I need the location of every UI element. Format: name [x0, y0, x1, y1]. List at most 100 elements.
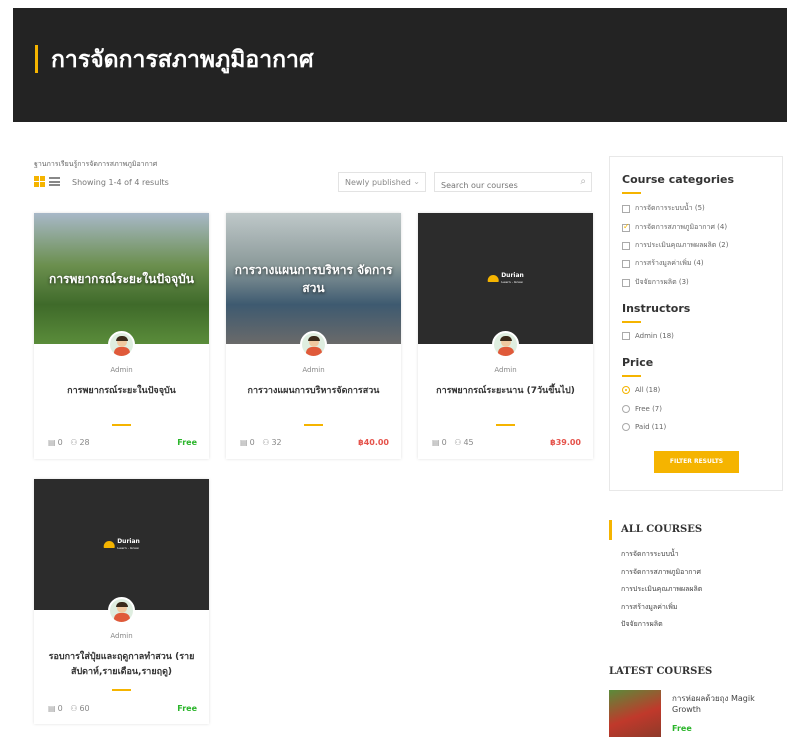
- category-option[interactable]: การประเมินคุณภาพผลผลิต (2): [622, 240, 729, 251]
- instructors-heading: Instructors: [622, 302, 691, 315]
- title-underline: [304, 424, 323, 426]
- course-meta: ▤ 0 ⚇ 28: [48, 438, 90, 447]
- course-filter-panel: Course categories การจัดการระบบน้ำ (5) ก…: [609, 156, 783, 491]
- course-price: Free: [177, 438, 197, 447]
- latest-course-thumbnail[interactable]: [609, 690, 661, 737]
- category-link[interactable]: การประเมินคุณภาพผลผลิต: [621, 584, 702, 595]
- students-icon: ⚇: [70, 704, 78, 713]
- students-icon: ⚇: [70, 438, 78, 447]
- student-count: 32: [271, 438, 282, 447]
- lesson-icon: ▤: [240, 438, 248, 447]
- category-option[interactable]: การจัดการระบบน้ำ (5): [622, 203, 705, 214]
- category-option[interactable]: การจัดการสภาพภูมิอากาศ (4): [622, 222, 727, 233]
- durian-logo-icon: [103, 541, 115, 548]
- avatar: [108, 331, 135, 358]
- results-count: Showing 1-4 of 4 results: [72, 178, 169, 187]
- view-toggle: [34, 176, 60, 187]
- course-card[interactable]: การพยากรณ์ระยะในปัจจุบัน Admin การพยากรณ…: [34, 213, 209, 459]
- category-link[interactable]: การจัดการระบบน้ำ: [621, 549, 679, 560]
- category-option[interactable]: การสร้างมูลค่าเพิ่ม (4): [622, 258, 704, 269]
- all-courses-heading: ALL COURSES: [621, 524, 703, 535]
- course-card[interactable]: Durian Learn · Grow Admin รอบการใส่ปุ๋ยแล…: [34, 479, 209, 724]
- avatar: [492, 331, 519, 358]
- course-thumbnail[interactable]: Durian Learn · Grow: [34, 479, 209, 610]
- search-icon[interactable]: ⌕: [580, 176, 586, 187]
- thumbnail-caption: การวางแผนการบริหาร จัดการสวน: [234, 262, 393, 295]
- course-card[interactable]: Durian Learn · Grow Admin การพยากรณ์ระยะน…: [418, 213, 593, 459]
- search-box: ⌕: [434, 172, 592, 195]
- durian-logo: Durian Learn · Grow: [487, 272, 524, 285]
- course-title[interactable]: รอบการใส่ปุ๋ยและฤดูกาลทำสวน (รายสัปดาห์,…: [38, 650, 205, 680]
- avatar: [300, 331, 327, 358]
- course-thumbnail[interactable]: Durian Learn · Grow: [418, 213, 593, 344]
- heading-underline: [622, 192, 641, 194]
- category-link[interactable]: การสร้างมูลค่าเพิ่ม: [621, 602, 677, 613]
- sort-select[interactable]: Newly published ⌄: [338, 172, 426, 192]
- price-option[interactable]: Free (7): [622, 405, 662, 413]
- latest-course-title[interactable]: การห่อผลด้วยถุง Magik Growth: [672, 693, 782, 715]
- lesson-icon: ▤: [48, 438, 56, 447]
- course-author[interactable]: Admin: [418, 366, 593, 374]
- sort-value: Newly published: [345, 178, 411, 187]
- course-meta: ▤ 0 ⚇ 60: [48, 704, 90, 713]
- price-option[interactable]: All (18): [622, 386, 660, 394]
- lesson-count: 0: [57, 438, 63, 447]
- heading-underline: [622, 375, 641, 377]
- checkbox[interactable]: [622, 259, 630, 268]
- course-title[interactable]: การพยากรณ์ระยะในปัจจุบัน: [38, 384, 205, 399]
- title-underline: [112, 689, 131, 691]
- category-option[interactable]: ปัจจัยการผลิต (3): [622, 277, 689, 288]
- filter-results-button[interactable]: FILTER RESULTS: [654, 451, 739, 473]
- checkbox[interactable]: [622, 332, 630, 340]
- course-card[interactable]: การวางแผนการบริหาร จัดการสวน Admin การวา…: [226, 213, 401, 459]
- course-title[interactable]: การวางแผนการบริหารจัดการสวน: [230, 384, 397, 399]
- radio-selected[interactable]: [622, 386, 630, 394]
- student-count: 60: [79, 704, 90, 713]
- course-thumbnail[interactable]: การวางแผนการบริหาร จัดการสวน: [226, 213, 401, 344]
- search-input[interactable]: [435, 176, 565, 195]
- categories-heading: Course categories: [622, 173, 735, 186]
- checkbox-checked[interactable]: [622, 222, 630, 232]
- course-thumbnail[interactable]: การพยากรณ์ระยะในปัจจุบัน: [34, 213, 209, 344]
- students-icon: ⚇: [262, 438, 270, 447]
- header-accent-bar: [35, 45, 38, 73]
- latest-course-price: Free: [672, 724, 692, 733]
- grid-view-icon[interactable]: [34, 176, 45, 187]
- checkbox[interactable]: [622, 278, 630, 287]
- course-author[interactable]: Admin: [34, 632, 209, 640]
- course-meta: ▤ 0 ⚇ 45: [432, 438, 474, 447]
- chevron-down-icon: ⌄: [413, 177, 420, 186]
- price-option[interactable]: Paid (11): [622, 423, 666, 431]
- durian-logo-icon: [487, 275, 499, 282]
- category-link[interactable]: การจัดการสภาพภูมิอากาศ: [621, 567, 701, 578]
- instructor-option[interactable]: Admin (18): [622, 332, 674, 340]
- widget-accent-bar: [609, 520, 612, 540]
- durian-logo: Durian Learn · Grow: [103, 538, 140, 551]
- list-view-icon[interactable]: [49, 176, 60, 187]
- category-link[interactable]: ปัจจัยการผลิต: [621, 619, 663, 630]
- page-title: การจัดการสภาพภูมิอากาศ: [51, 47, 314, 73]
- course-author[interactable]: Admin: [226, 366, 401, 374]
- title-underline: [112, 424, 131, 426]
- lesson-count: 0: [249, 438, 255, 447]
- heading-underline: [622, 321, 641, 323]
- course-title[interactable]: การพยากรณ์ระยะนาน (7วันขึ้นไป): [422, 384, 589, 399]
- radio[interactable]: [622, 423, 630, 431]
- title-underline: [496, 424, 515, 426]
- checkbox[interactable]: [622, 204, 630, 213]
- radio[interactable]: [622, 405, 630, 413]
- student-count: 45: [463, 438, 474, 447]
- course-author[interactable]: Admin: [34, 366, 209, 374]
- checkbox[interactable]: [622, 241, 630, 250]
- lesson-icon: ▤: [48, 704, 56, 713]
- course-price: ฿40.00: [358, 438, 389, 447]
- latest-courses-heading: LATEST COURSES: [609, 666, 713, 677]
- breadcrumb[interactable]: ฐานการเรียนรู้การจัดการสภาพภูมิอากาศ: [34, 159, 157, 170]
- student-count: 28: [79, 438, 90, 447]
- students-icon: ⚇: [454, 438, 462, 447]
- thumbnail-caption: การพยากรณ์ระยะในปัจจุบัน: [49, 271, 194, 286]
- course-meta: ▤ 0 ⚇ 32: [240, 438, 282, 447]
- lesson-count: 0: [57, 704, 63, 713]
- lesson-icon: ▤: [432, 438, 440, 447]
- avatar: [108, 597, 135, 624]
